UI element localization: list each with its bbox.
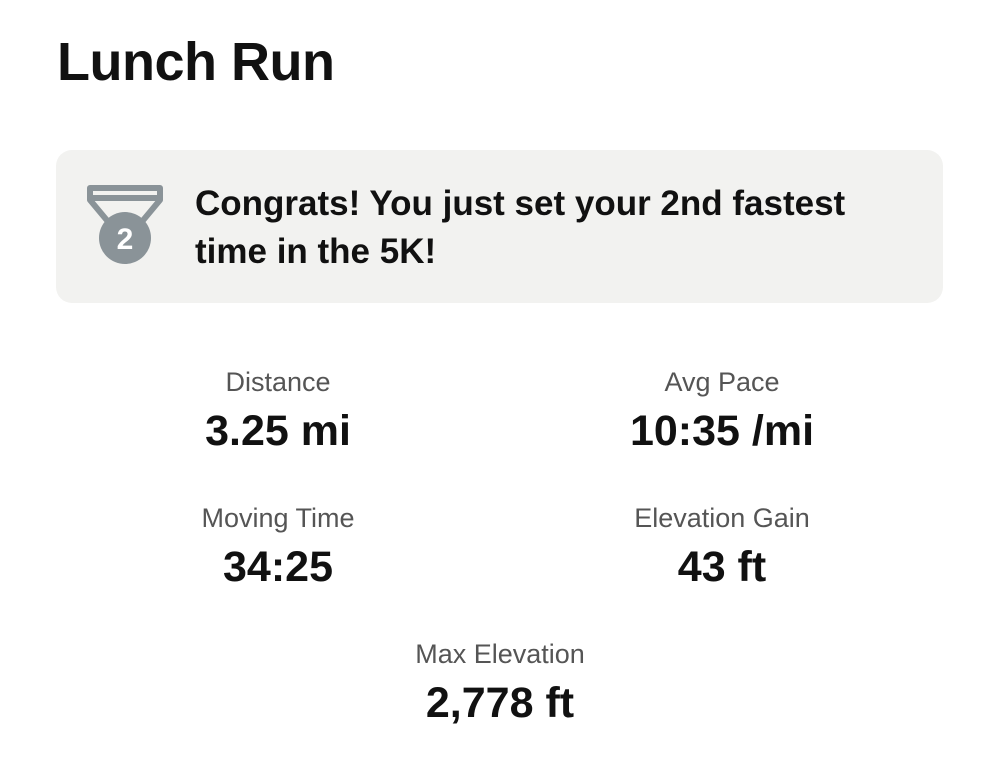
stat-label: Elevation Gain: [634, 503, 810, 533]
stat-value: 10:35 /mi: [629, 407, 815, 455]
medal-icon: 2: [87, 185, 163, 264]
stat-label: Max Elevation: [415, 639, 585, 669]
stat-max-elevation: Max Elevation 2,778 ft: [330, 637, 670, 731]
stat-value: 43 ft: [677, 543, 767, 591]
medal-rank: 2: [117, 223, 134, 256]
stat-label: Moving Time: [201, 503, 355, 533]
stat-value: 3.25 mi: [205, 407, 351, 455]
stat-distance: Distance 3.25 mi: [108, 365, 448, 459]
achievement-banner: 2 Congrats! You just set your 2nd fastes…: [56, 150, 943, 303]
stat-label: Avg Pace: [664, 367, 780, 397]
stat-label: Distance: [225, 367, 331, 397]
stat-elevation-gain: Elevation Gain 43 ft: [552, 501, 892, 595]
stat-avg-pace: Avg Pace 10:35 /mi: [552, 365, 892, 459]
stat-value: 2,778 ft: [425, 679, 575, 727]
stat-value: 34:25: [223, 543, 333, 591]
achievement-message: Congrats! You just set your 2nd fastest …: [195, 184, 846, 271]
stat-moving-time: Moving Time 34:25: [108, 501, 448, 595]
page-title: Lunch Run: [57, 32, 335, 92]
